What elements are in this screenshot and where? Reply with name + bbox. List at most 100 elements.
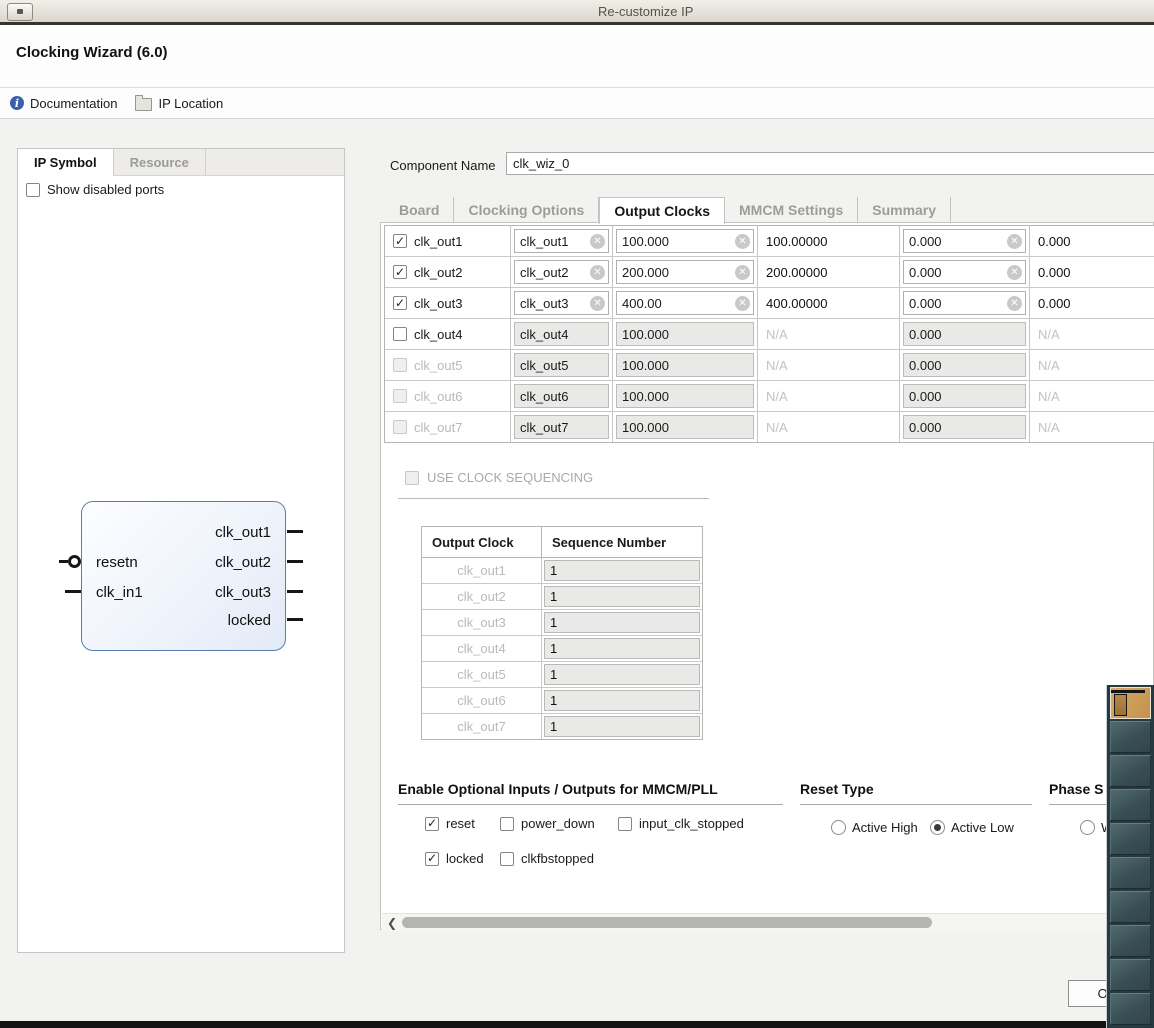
sequence-number-field: 1: [544, 638, 700, 659]
use-clock-sequencing-checkbox: [405, 471, 419, 485]
window-title: Re-customize IP: [598, 4, 693, 19]
freq-actual-value: 200.00000: [766, 265, 827, 280]
active-high-radio[interactable]: [831, 820, 846, 835]
palette-icon[interactable]: [1110, 687, 1151, 719]
port-resetn: resetn: [96, 553, 138, 573]
palette-button[interactable]: [1110, 755, 1151, 787]
clear-icon[interactable]: ✕: [735, 296, 750, 311]
tab-summary[interactable]: Summary: [858, 197, 951, 222]
clock-enable-checkbox[interactable]: ✓: [393, 234, 407, 248]
header-divider: [0, 87, 1154, 88]
window-menu-button[interactable]: [7, 3, 33, 21]
clkfbstopped-checkbox[interactable]: [500, 852, 514, 866]
ip-location-link[interactable]: IP Location: [135, 95, 223, 111]
tab-mmcm-settings[interactable]: MMCM Settings: [725, 197, 858, 222]
phase-requested-field[interactable]: 0.000✕: [903, 229, 1026, 253]
power-down-option[interactable]: power_down: [500, 816, 595, 831]
active-low-radio[interactable]: [930, 820, 945, 835]
scroll-left-icon[interactable]: ❮: [387, 916, 397, 930]
clock-enable-checkbox: [393, 389, 407, 403]
check-icon: ✓: [395, 297, 405, 309]
resetn-pin: [59, 560, 68, 563]
optional-io-section-title: Enable Optional Inputs / Outputs for MMC…: [398, 781, 783, 805]
tab-resource[interactable]: Resource: [114, 149, 206, 175]
clear-icon[interactable]: ✕: [735, 234, 750, 249]
ip-symbol-panel: IP Symbol Resource Show disabled ports r…: [17, 148, 345, 953]
component-name-input[interactable]: clk_wiz_0: [506, 152, 1154, 175]
check-icon: ✓: [395, 266, 405, 278]
input-clk-stopped-checkbox[interactable]: [618, 817, 632, 831]
freq-requested-field: 100.000: [616, 384, 754, 408]
tab-ip-symbol[interactable]: IP Symbol: [18, 149, 114, 176]
locked-checkbox[interactable]: ✓: [425, 852, 439, 866]
freq-requested-field[interactable]: 200.000✕: [616, 260, 754, 284]
port-clk-out3: clk_out3: [215, 583, 271, 603]
tab-clocking-options[interactable]: Clocking Options: [454, 197, 599, 222]
clear-icon[interactable]: ✕: [590, 234, 605, 249]
horizontal-scrollbar[interactable]: ❮: [382, 913, 1153, 931]
palette-button[interactable]: [1110, 721, 1151, 753]
documentation-label: Documentation: [30, 96, 117, 111]
clear-icon[interactable]: ✕: [1007, 265, 1022, 280]
locked-option[interactable]: ✓ locked: [425, 851, 484, 866]
clk-in1-pin: [65, 590, 81, 593]
phase-actual-value: 0.000: [1038, 265, 1071, 280]
port-name-field[interactable]: clk_out1✕: [514, 229, 609, 253]
clear-icon[interactable]: ✕: [590, 265, 605, 280]
port-clk-out1: clk_out1: [215, 523, 271, 543]
clear-icon[interactable]: ✕: [1007, 234, 1022, 249]
palette-button[interactable]: [1110, 993, 1151, 1025]
phase-option-radio[interactable]: [1080, 820, 1095, 835]
ip-block-symbol: resetn clk_in1 clk_out1 clk_out2 clk_out…: [81, 501, 286, 651]
power-down-checkbox[interactable]: [500, 817, 514, 831]
scrollbar-thumb[interactable]: [402, 917, 932, 928]
active-high-option[interactable]: Active High: [831, 820, 918, 835]
reset-option[interactable]: ✓ reset: [425, 816, 475, 831]
resetn-active-low-bubble: [68, 555, 81, 568]
table-row: ✓ clk_out2 clk_out2✕ 200.000✕ 200.00000 …: [385, 257, 1154, 288]
tab-output-clocks[interactable]: Output Clocks: [599, 197, 725, 224]
column-header-sequence-number: Sequence Number: [542, 527, 702, 557]
freq-requested-field[interactable]: 400.00✕: [616, 291, 754, 315]
documentation-link[interactable]: i Documentation: [10, 96, 117, 111]
table-row: clk_out6 clk_out6 100.000 N/A 0.000 N/A: [385, 381, 1154, 412]
port-name-field[interactable]: clk_out2✕: [514, 260, 609, 284]
port-clk-out2: clk_out2: [215, 553, 271, 573]
show-disabled-ports[interactable]: Show disabled ports: [26, 182, 164, 197]
tab-board[interactable]: Board: [385, 197, 454, 222]
clock-enable-checkbox[interactable]: ✓: [393, 296, 407, 310]
palette-button[interactable]: [1110, 891, 1151, 923]
check-icon: ✓: [395, 235, 405, 247]
port-name-field[interactable]: clk_out3✕: [514, 291, 609, 315]
palette-button[interactable]: [1110, 823, 1151, 855]
palette-button[interactable]: [1110, 789, 1151, 821]
sequence-number-field: 1: [544, 560, 700, 581]
port-locked: locked: [228, 611, 271, 631]
clkfbstopped-option[interactable]: clkfbstopped: [500, 851, 594, 866]
palette-button[interactable]: [1110, 959, 1151, 991]
freq-requested-field: 100.000: [616, 322, 754, 346]
reset-checkbox[interactable]: ✓: [425, 817, 439, 831]
clock-enable-checkbox[interactable]: ✓: [393, 265, 407, 279]
phase-requested-field[interactable]: 0.000✕: [903, 291, 1026, 315]
phase-requested-field: 0.000: [903, 415, 1026, 439]
clear-icon[interactable]: ✕: [590, 296, 605, 311]
clear-icon[interactable]: ✕: [735, 265, 750, 280]
palette-button[interactable]: [1110, 857, 1151, 889]
table-row: clk_out21: [422, 584, 702, 610]
recustomize-ip-dialog: Re-customize IP Clocking Wizard (6.0) i …: [0, 0, 1154, 1028]
clock-enable-checkbox[interactable]: [393, 327, 407, 341]
port-name-field: clk_out7: [514, 415, 609, 439]
folder-icon: [135, 98, 152, 111]
show-disabled-ports-checkbox[interactable]: [26, 183, 40, 197]
title-bar: Re-customize IP: [0, 0, 1154, 25]
phase-actual-value: 0.000: [1038, 234, 1071, 249]
clock-row-label: clk_out6: [414, 389, 462, 404]
phase-requested-field[interactable]: 0.000✕: [903, 260, 1026, 284]
freq-requested-field[interactable]: 100.000✕: [616, 229, 754, 253]
input-clk-stopped-option[interactable]: input_clk_stopped: [618, 816, 744, 831]
palette-button[interactable]: [1110, 925, 1151, 957]
sequence-table: Output Clock Sequence Number clk_out11 c…: [421, 526, 703, 740]
clear-icon[interactable]: ✕: [1007, 296, 1022, 311]
active-low-option[interactable]: Active Low: [930, 820, 1014, 835]
